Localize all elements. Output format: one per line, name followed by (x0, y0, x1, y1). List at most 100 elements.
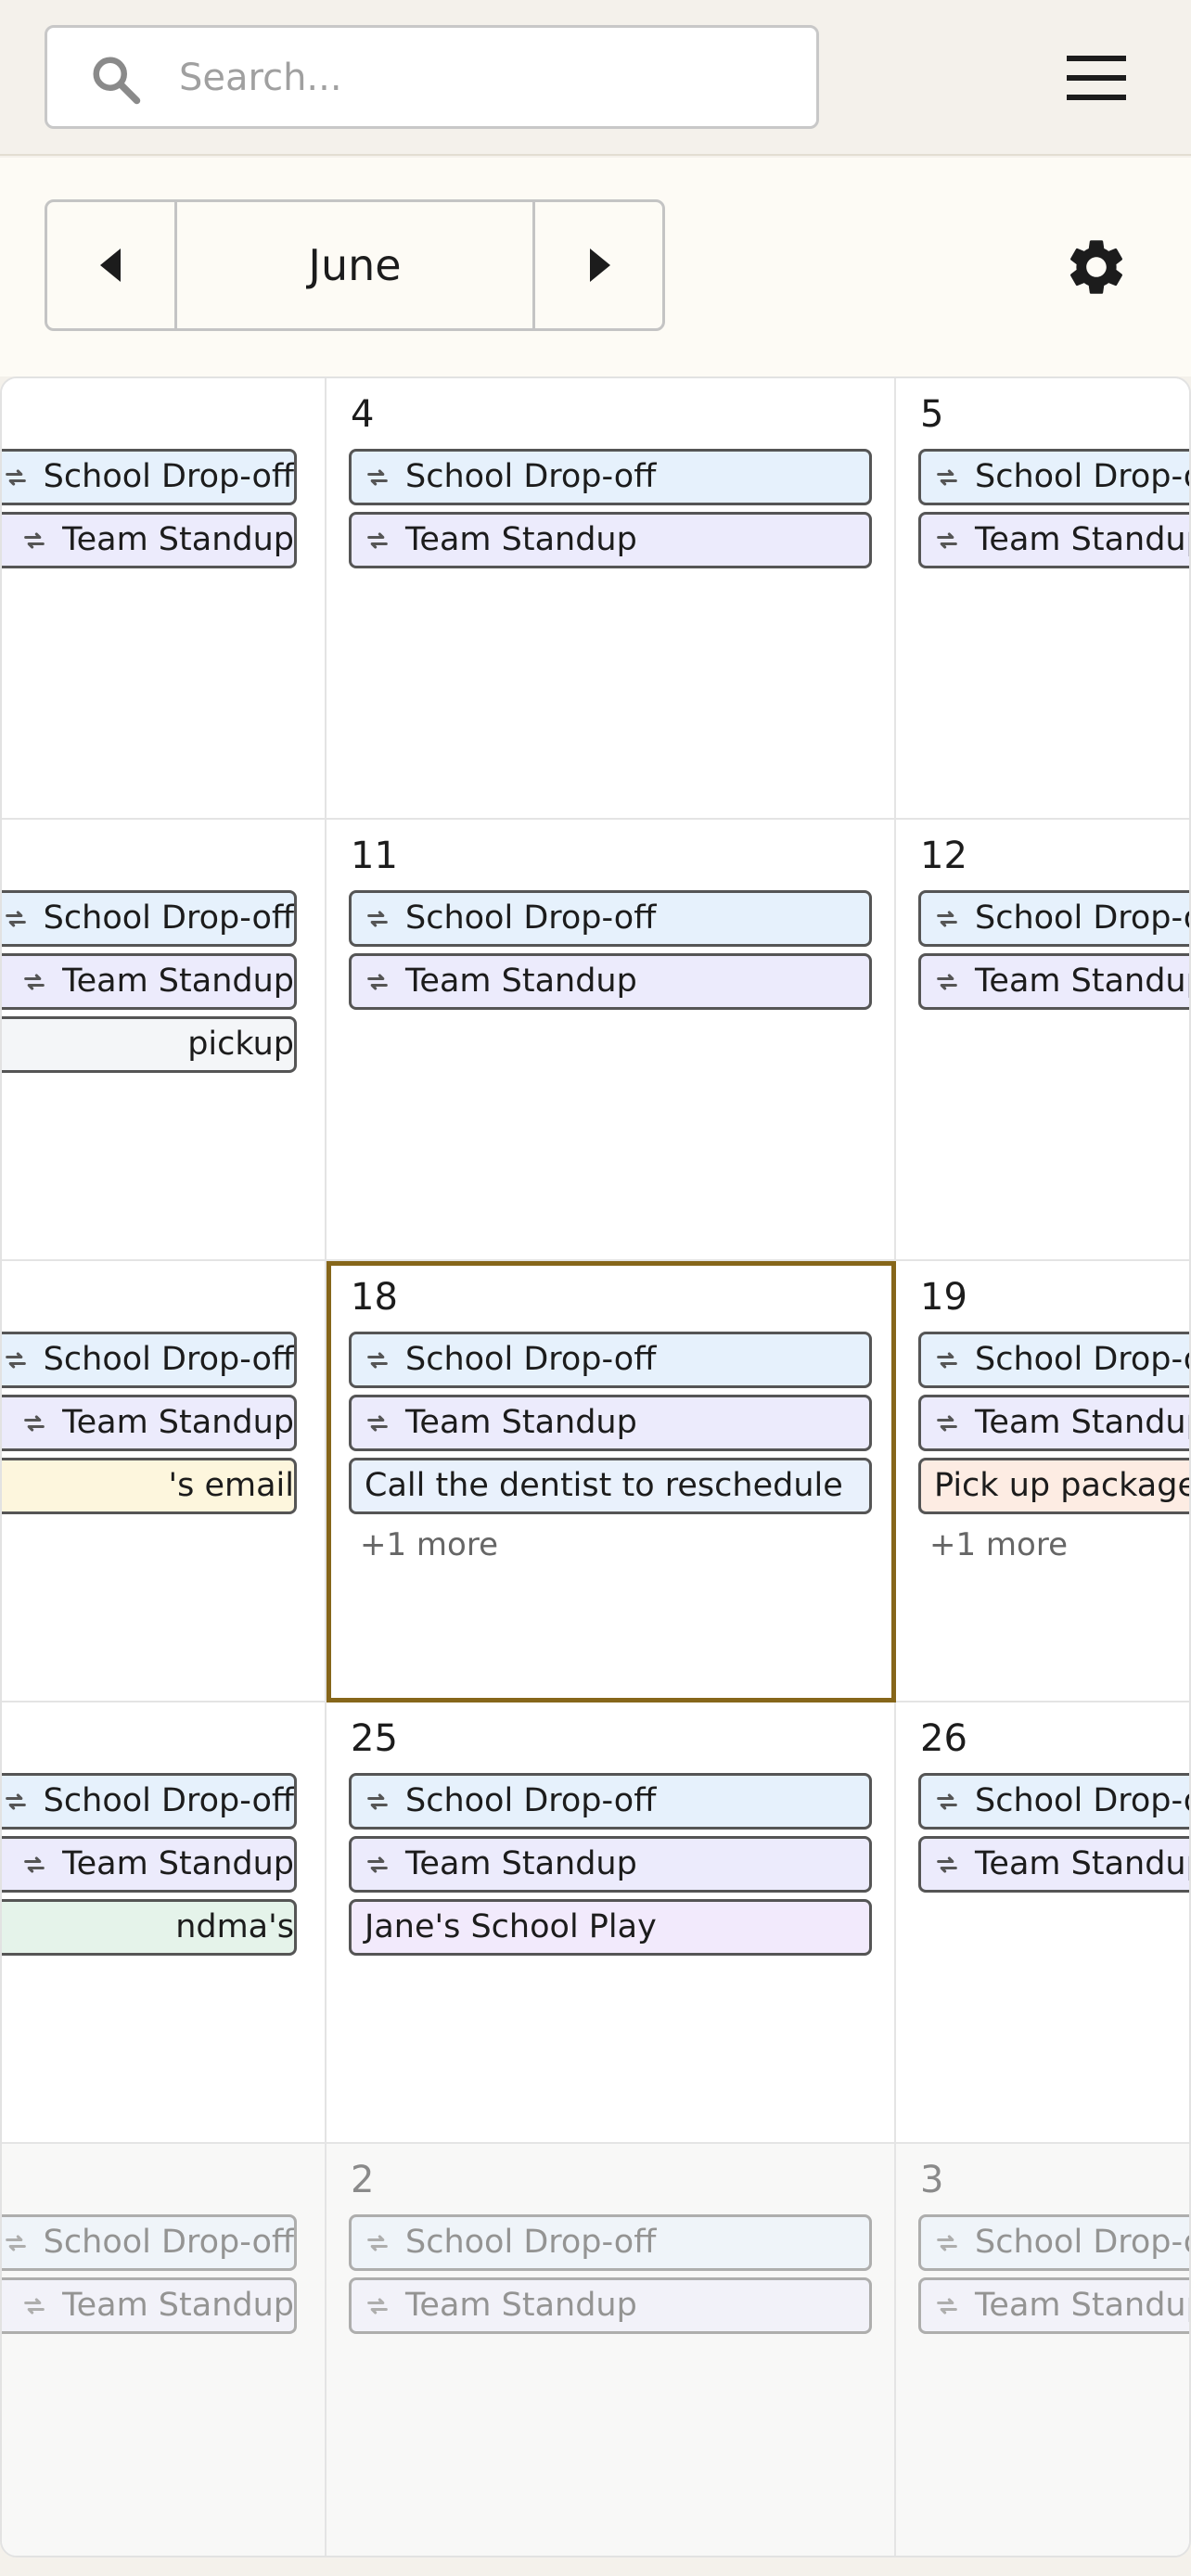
day-number: 5 (920, 393, 944, 436)
calendar-day-cell[interactable]: 18 School Drop-off Team Standup Call the de… (327, 1261, 896, 1702)
repeat-icon (24, 531, 45, 549)
event-chip[interactable]: Jane's School Play (349, 1899, 872, 1956)
search-icon (93, 57, 141, 105)
recurring-event-chip[interactable]: School Drop-off (349, 1332, 872, 1388)
repeat-icon (24, 1414, 45, 1432)
event-title: School Drop-off (975, 1782, 1189, 1819)
recurring-event-chip[interactable]: Team Standup (2, 1395, 297, 1451)
repeat-icon (937, 973, 957, 990)
calendar-day-cell[interactable]: School Drop-off Team Standup (2, 2144, 327, 2556)
event-title: Pick up package (934, 1467, 1191, 1504)
recurring-event-chip[interactable]: Team Standup (349, 1395, 872, 1451)
recurring-event-chip[interactable]: Team Standup (918, 1836, 1189, 1893)
hamburger-menu-icon[interactable] (1057, 46, 1135, 109)
repeat-icon (937, 1792, 957, 1810)
event-title: Team Standup (62, 963, 294, 1000)
recurring-event-chip[interactable]: School Drop-off (918, 1773, 1189, 1830)
recurring-event-chip[interactable]: Team Standup (918, 953, 1191, 1010)
current-month-label[interactable]: June (177, 202, 532, 328)
repeat-icon (5, 910, 26, 927)
recurring-event-chip[interactable]: Team Standup (2, 953, 297, 1010)
caret-right-icon (589, 249, 610, 282)
gear-icon[interactable] (1063, 234, 1130, 300)
recurring-event-chip[interactable]: School Drop-off (2, 1332, 297, 1388)
day-number: 4 (351, 393, 375, 436)
event-title: Team Standup (62, 1845, 294, 1882)
event-title: Jane's School Play (365, 1908, 657, 1945)
recurring-event-chip[interactable]: School Drop-off (2, 449, 297, 505)
repeat-icon (937, 2234, 957, 2251)
previous-month-button[interactable] (47, 202, 177, 328)
calendar-day-cell[interactable]: 4 School Drop-off Team Standup (327, 378, 896, 820)
event-title: Team Standup (62, 521, 294, 558)
recurring-event-chip[interactable]: Team Standup (2, 512, 297, 568)
recurring-event-chip[interactable]: Team Standup (2, 2277, 297, 2334)
repeat-icon (367, 1792, 388, 1810)
day-number: 3 (920, 2159, 944, 2201)
next-month-button[interactable] (532, 202, 662, 328)
recurring-event-chip[interactable]: School Drop-off (2, 1773, 297, 1830)
more-events-link[interactable]: +1 more (360, 1526, 498, 1563)
event-title: Team Standup (975, 963, 1191, 1000)
recurring-event-chip[interactable]: Team Standup (349, 1836, 872, 1893)
recurring-event-chip[interactable]: Team Standup (349, 2277, 872, 2334)
recurring-event-chip[interactable]: School Drop-off (349, 1773, 872, 1830)
repeat-icon (24, 1855, 45, 1873)
event-chip[interactable]: Pick up package (918, 1458, 1191, 1514)
day-number: 2 (351, 2159, 375, 2201)
repeat-icon (937, 1414, 957, 1432)
calendar-day-cell[interactable]: 25 School Drop-off Team Standup Jane's Scho… (327, 1702, 896, 2144)
calendar-day-cell[interactable]: 26School Drop-off Team Standup (896, 1702, 1189, 2144)
recurring-event-chip[interactable]: Team Standup (918, 1395, 1189, 1451)
event-chip[interactable]: ndma's (2, 1899, 297, 1956)
calendar-day-cell[interactable]: School Drop-off Team Standup pickup (2, 820, 327, 1261)
event-title: Team Standup (405, 963, 637, 1000)
event-title: 's email (168, 1467, 294, 1504)
repeat-icon (367, 2234, 388, 2251)
event-chip[interactable]: 's email (2, 1458, 297, 1514)
recurring-event-chip[interactable]: School Drop-off (349, 2214, 872, 2271)
day-number: 18 (351, 1276, 398, 1319)
recurring-event-chip[interactable]: Team Standup (349, 512, 872, 568)
repeat-icon (937, 531, 957, 549)
recurring-event-chip[interactable]: Team Standup (918, 512, 1189, 568)
event-title: School Drop-off (975, 2224, 1189, 2261)
repeat-icon (937, 468, 957, 486)
calendar-day-cell[interactable]: 5 School Drop-off Team Standup (896, 378, 1189, 820)
event-chip[interactable]: Call the dentist to reschedule (349, 1458, 872, 1514)
calendar-day-cell[interactable]: 3 School Drop-off Team Standup (896, 2144, 1189, 2556)
recurring-event-chip[interactable]: School Drop-off (918, 449, 1189, 505)
recurring-event-chip[interactable]: School Drop-off (918, 1332, 1189, 1388)
repeat-icon (367, 1351, 388, 1369)
calendar-day-cell[interactable]: 2 School Drop-off Team Standup (327, 2144, 896, 2556)
day-number: 11 (351, 835, 398, 877)
calendar-day-cell[interactable]: 12 School Drop-off Team Standup (896, 820, 1191, 1261)
recurring-event-chip[interactable]: School Drop-off (2, 890, 297, 947)
recurring-event-chip[interactable]: Team Standup (2, 1836, 297, 1893)
top-bar (0, 0, 1191, 156)
calendar-day-cell[interactable]: 19School Drop-off Team Standup Pick up pac… (896, 1261, 1191, 1702)
recurring-event-chip[interactable]: School Drop-off (349, 890, 872, 947)
recurring-event-chip[interactable]: School Drop-off (918, 890, 1189, 947)
event-title: School Drop-off (43, 1782, 294, 1819)
calendar-day-cell[interactable]: School Drop-off Team Standup (2, 378, 327, 820)
event-title: School Drop-off (43, 1341, 294, 1378)
recurring-event-chip[interactable]: Team Standup (918, 2277, 1189, 2334)
event-title: School Drop-off (405, 1341, 657, 1378)
day-number: 12 (920, 835, 967, 877)
repeat-icon (367, 468, 388, 486)
search-input[interactable] (177, 41, 789, 115)
recurring-event-chip[interactable]: School Drop-off (918, 2214, 1189, 2271)
event-title: School Drop-off (975, 1341, 1189, 1378)
calendar-day-cell[interactable]: School Drop-off Team Standup ndma's (2, 1702, 327, 2144)
recurring-event-chip[interactable]: Team Standup (349, 953, 872, 1010)
recurring-event-chip[interactable]: School Drop-off (349, 449, 872, 505)
calendar-day-cell[interactable]: 11 School Drop-off Team Standup (327, 820, 896, 1261)
repeat-icon (367, 973, 388, 990)
more-events-link[interactable]: +1 more (929, 1526, 1068, 1563)
event-chip[interactable]: pickup (2, 1016, 297, 1073)
calendar-day-cell[interactable]: School Drop-off Team Standup 's email (2, 1261, 327, 1702)
recurring-event-chip[interactable]: School Drop-off (2, 2214, 297, 2271)
search-box[interactable] (45, 25, 819, 129)
repeat-icon (24, 973, 45, 990)
